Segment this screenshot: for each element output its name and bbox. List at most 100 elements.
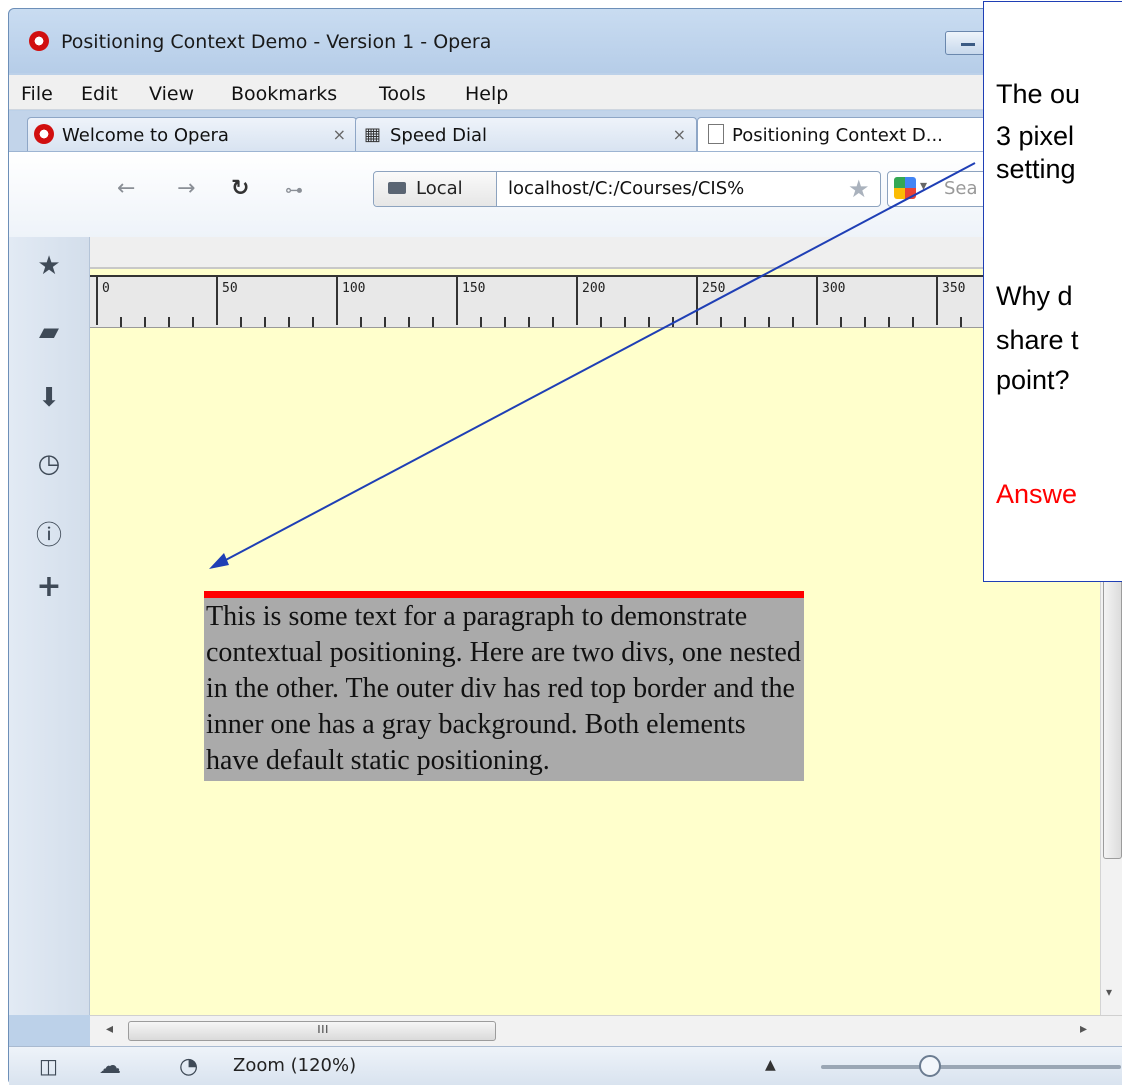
tab-label: Speed Dial bbox=[390, 125, 488, 146]
monitor-icon bbox=[388, 182, 406, 194]
chevron-down-icon[interactable]: ▾ bbox=[920, 178, 927, 194]
ruler: 0 50 100 150 200 250 300 350 bbox=[90, 275, 1122, 328]
ruler-major-tick bbox=[216, 277, 218, 325]
ruler-minor-tick bbox=[120, 317, 122, 327]
url-text[interactable]: localhost/C:/Courses/CIS% bbox=[508, 178, 744, 199]
callout-line: Why d bbox=[996, 281, 1073, 311]
ruler-minor-tick bbox=[312, 317, 314, 327]
ruler-major-tick bbox=[696, 277, 698, 325]
status-bar: ◫ ☁ ◔ Zoom (120%) ▲ bbox=[9, 1046, 1122, 1085]
address-bar[interactable]: Local localhost/C:/Courses/CIS% ★ bbox=[373, 171, 881, 207]
zoom-label: Zoom (120%) bbox=[233, 1055, 357, 1076]
key-icon[interactable]: ⊶ bbox=[285, 180, 303, 201]
ruler-minor-tick bbox=[288, 317, 290, 327]
tab-welcome[interactable]: Welcome to Opera × bbox=[27, 117, 357, 152]
callout-answer: Answe bbox=[996, 479, 1078, 509]
menu-bar: File Edit View Bookmarks Tools Help bbox=[9, 75, 1122, 110]
scroll-down-icon[interactable]: ▾ bbox=[1106, 985, 1112, 999]
ruler-minor-tick bbox=[720, 317, 722, 327]
ruler-minor-tick bbox=[192, 317, 194, 327]
vertical-scroll-thumb[interactable] bbox=[1103, 567, 1122, 859]
browser-window: Positioning Context Demo - Version 1 - O… bbox=[8, 8, 1122, 1085]
ruler-minor-tick bbox=[912, 317, 914, 327]
tab-bar: Welcome to Opera × ▦ Speed Dial × Positi… bbox=[9, 111, 1122, 152]
close-icon[interactable]: × bbox=[673, 125, 686, 144]
scroll-left-icon[interactable]: ◂ bbox=[106, 1021, 113, 1037]
ruler-minor-tick bbox=[744, 317, 746, 327]
tab-speed-dial[interactable]: ▦ Speed Dial × bbox=[355, 117, 697, 152]
ruler-minor-tick bbox=[168, 317, 170, 327]
callout-line: 3 pixel bbox=[996, 121, 1075, 151]
history-clock-icon[interactable]: ◷ bbox=[38, 449, 61, 479]
ruler-minor-tick bbox=[240, 317, 242, 327]
menu-tools[interactable]: Tools bbox=[379, 83, 426, 105]
annotation-callout: The ou 3 pixel setting Why d share t poi… bbox=[983, 1, 1122, 582]
scroll-right-icon[interactable]: ▸ bbox=[1080, 1021, 1087, 1037]
menu-bookmarks[interactable]: Bookmarks bbox=[231, 83, 337, 105]
ruler-major-tick bbox=[936, 277, 938, 325]
ruler-label: 250 bbox=[702, 281, 726, 296]
menu-help[interactable]: Help bbox=[465, 83, 508, 105]
speedometer-icon[interactable]: ◔ bbox=[179, 1054, 198, 1079]
star-icon[interactable]: ★ bbox=[848, 175, 870, 203]
window-title: Positioning Context Demo - Version 1 - O… bbox=[61, 31, 492, 53]
speed-dial-icon: ▦ bbox=[364, 124, 382, 145]
ruler-minor-tick bbox=[792, 317, 794, 327]
ruler-major-tick bbox=[456, 277, 458, 325]
ruler-label: 100 bbox=[342, 281, 366, 296]
ruler-label: 0 bbox=[102, 281, 110, 296]
ruler-label: 50 bbox=[222, 281, 238, 296]
zoom-slider-thumb[interactable] bbox=[919, 1055, 941, 1077]
notes-icon[interactable]: ▰ bbox=[39, 317, 59, 347]
downloads-icon[interactable]: ⬇ bbox=[38, 383, 60, 413]
ruler-major-tick bbox=[96, 277, 98, 325]
reload-icon[interactable]: ↻ bbox=[231, 176, 249, 201]
forward-arrow-icon[interactable]: → bbox=[177, 176, 195, 201]
ruler-minor-tick bbox=[840, 317, 842, 327]
ruler-minor-tick bbox=[432, 317, 434, 327]
tab-positioning-demo[interactable]: Positioning Context D... bbox=[697, 117, 999, 152]
horizontal-scroll-thumb[interactable]: ııı bbox=[128, 1021, 496, 1041]
ruler-label: 300 bbox=[822, 281, 846, 296]
ruler-minor-tick bbox=[408, 317, 410, 327]
chevron-up-icon[interactable]: ▲ bbox=[765, 1057, 776, 1073]
horizontal-scrollbar[interactable]: ◂ ııı ▸ bbox=[90, 1015, 1122, 1046]
ruler-band bbox=[90, 237, 1122, 269]
demo-paragraph: This is some text for a paragraph to dem… bbox=[206, 601, 801, 776]
navigation-toolbar: ← → ↻ ⊶ Local localhost/C:/Courses/CIS% … bbox=[9, 151, 1122, 238]
cloud-icon[interactable]: ☁ bbox=[99, 1054, 121, 1079]
tab-label: Welcome to Opera bbox=[62, 125, 229, 146]
sidebar-panel: ★ ▰ ⬇ ◷ ⓘ + bbox=[9, 237, 90, 1015]
ruler-minor-tick bbox=[864, 317, 866, 327]
ruler-minor-tick bbox=[264, 317, 266, 327]
ruler-label: 200 bbox=[582, 281, 606, 296]
ruler-major-tick bbox=[576, 277, 578, 325]
outer-div: This is some text for a paragraph to dem… bbox=[204, 591, 804, 781]
bookmarks-star-icon[interactable]: ★ bbox=[37, 251, 60, 281]
ruler-minor-tick bbox=[600, 317, 602, 327]
panel-toggle-icon[interactable]: ◫ bbox=[39, 1054, 58, 1078]
local-label: Local bbox=[416, 178, 463, 199]
page-icon bbox=[708, 124, 724, 144]
ruler-minor-tick bbox=[648, 317, 650, 327]
close-icon[interactable]: × bbox=[333, 125, 346, 144]
ruler-minor-tick bbox=[672, 317, 674, 327]
zoom-slider-track[interactable] bbox=[821, 1065, 1121, 1069]
menu-edit[interactable]: Edit bbox=[81, 83, 118, 105]
add-panel-icon[interactable]: + bbox=[36, 569, 61, 604]
opera-icon bbox=[34, 124, 54, 144]
ruler-minor-tick bbox=[360, 317, 362, 327]
page-viewport: 0 50 100 150 200 250 300 350 This is some text … bbox=[90, 237, 1122, 1015]
menu-view[interactable]: View bbox=[149, 83, 194, 105]
ruler-major-tick bbox=[816, 277, 818, 325]
google-icon bbox=[894, 177, 916, 199]
local-badge[interactable]: Local bbox=[374, 172, 497, 206]
back-arrow-icon[interactable]: ← bbox=[117, 176, 135, 201]
info-icon[interactable]: ⓘ bbox=[36, 515, 62, 552]
ruler-label: 150 bbox=[462, 281, 486, 296]
ruler-minor-tick bbox=[528, 317, 530, 327]
grip-icon: ııı bbox=[317, 1021, 329, 1037]
menu-file[interactable]: File bbox=[21, 83, 53, 105]
callout-line: The ou bbox=[996, 79, 1081, 109]
tab-label: Positioning Context D... bbox=[732, 125, 943, 146]
